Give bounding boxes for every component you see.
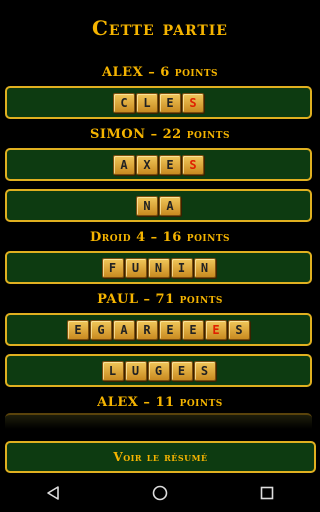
word-row[interactable]: E G A R E E E S <box>5 313 312 346</box>
letter-tile: E <box>159 92 181 113</box>
letter-tile: C <box>113 92 135 113</box>
player-header-droid: Droid 4 – 16 points <box>89 230 231 245</box>
letter-tile: X <box>136 154 158 175</box>
letter-tile: A <box>113 319 135 340</box>
player-header-alex: ALEX – 6 points <box>101 65 219 80</box>
letter-tile: N <box>136 195 158 216</box>
letter-tile: U <box>124 257 147 278</box>
recents-icon[interactable] <box>247 478 287 508</box>
letter-tile: S <box>193 360 216 381</box>
letter-tile: L <box>101 360 124 381</box>
letter-tile: R <box>136 319 158 340</box>
letter-tile: G <box>147 360 170 381</box>
letter-tile: I <box>170 257 193 278</box>
letter-tile: N <box>193 257 216 278</box>
view-summary-button[interactable]: Voir le résumé <box>5 441 316 473</box>
player-header-paul: PAUL – 71 points <box>97 292 223 307</box>
letter-tile: A <box>113 154 135 175</box>
letter-tile: L <box>136 92 158 113</box>
letter-tile: S <box>182 154 204 175</box>
word-row[interactable]: C L E S <box>5 86 312 119</box>
letter-tile: E <box>170 360 193 381</box>
letter-tile: U <box>124 360 147 381</box>
letter-tile: E <box>205 319 227 340</box>
letter-tile: S <box>182 92 204 113</box>
letter-tile: A <box>159 195 181 216</box>
scroll-fade <box>5 413 312 429</box>
letter-tile: E <box>159 319 181 340</box>
page-title: Cette partie <box>92 16 228 40</box>
back-icon[interactable] <box>33 478 73 508</box>
word-row[interactable]: N A <box>5 189 312 222</box>
word-row[interactable]: A X E S <box>5 148 312 181</box>
letter-tile: E <box>159 154 181 175</box>
letter-tile: G <box>90 319 112 340</box>
letter-tile: E <box>182 319 204 340</box>
letter-tile: S <box>228 319 250 340</box>
player-header-alex-2: ALEX – 11 points <box>97 395 223 410</box>
word-row[interactable]: F U N I N <box>5 251 312 284</box>
word-row[interactable]: L U G E S <box>5 354 312 387</box>
letter-tile: N <box>147 257 170 278</box>
home-icon[interactable] <box>140 478 180 508</box>
android-nav-bar <box>0 474 320 512</box>
letter-tile: F <box>101 257 124 278</box>
player-header-simon: SIMON – 22 points <box>90 127 230 142</box>
letter-tile: E <box>67 319 89 340</box>
